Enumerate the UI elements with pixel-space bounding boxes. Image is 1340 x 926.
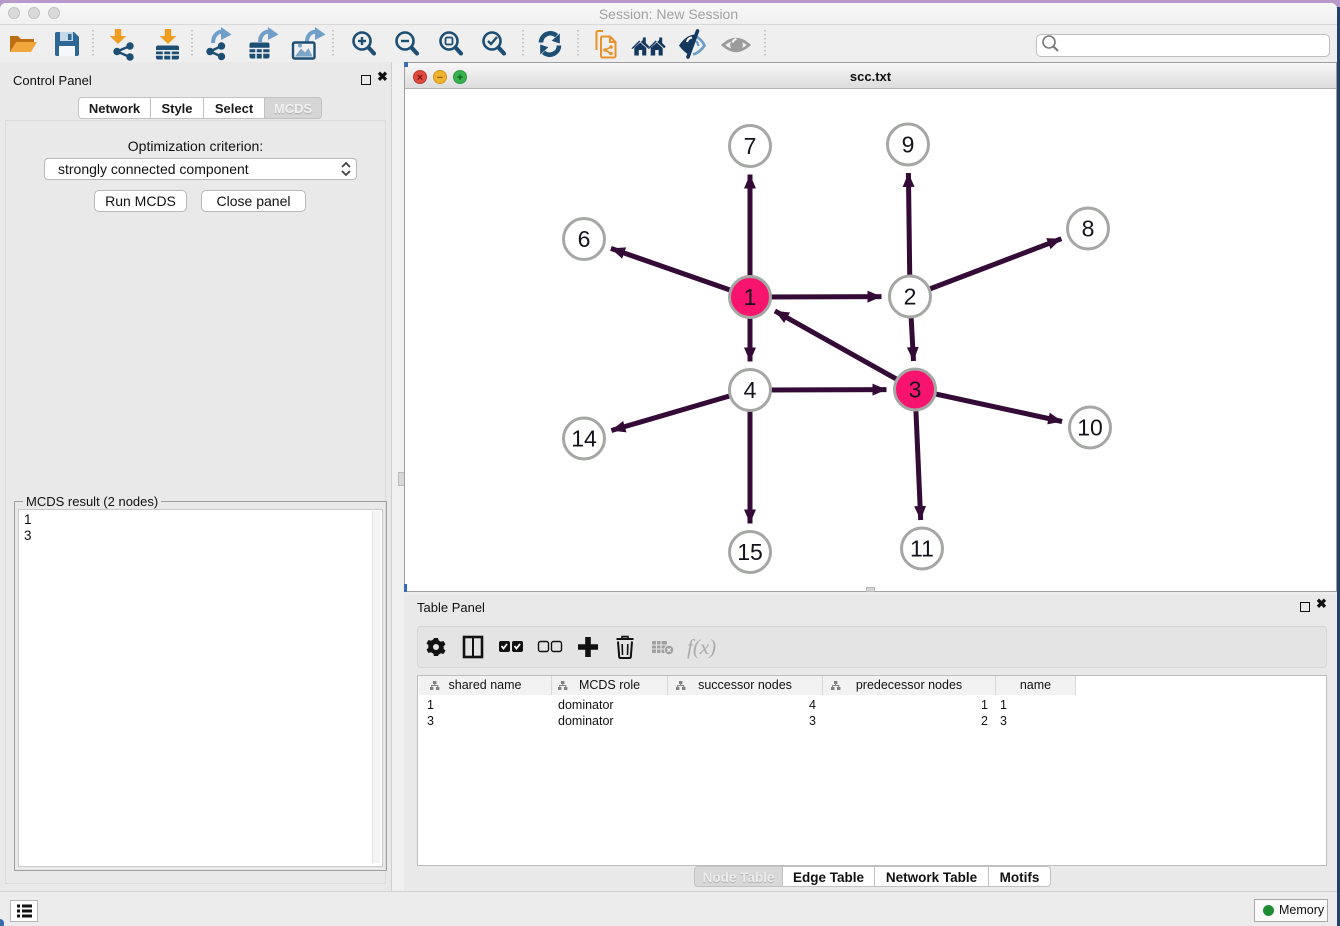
- svg-text:9: 9: [902, 132, 915, 158]
- svg-text:f(x): f(x): [687, 635, 716, 659]
- svg-text:8: 8: [1082, 216, 1095, 242]
- svg-text:4: 4: [744, 377, 757, 403]
- svg-text:11: 11: [910, 536, 934, 562]
- svg-text:10: 10: [1077, 415, 1103, 441]
- svg-text:3: 3: [909, 377, 922, 403]
- svg-text:7: 7: [744, 133, 757, 159]
- svg-text:6: 6: [578, 226, 591, 252]
- svg-text:2: 2: [904, 284, 917, 310]
- svg-text:1: 1: [744, 284, 757, 310]
- svg-text:15: 15: [737, 539, 763, 565]
- svg-text:14: 14: [571, 426, 597, 452]
